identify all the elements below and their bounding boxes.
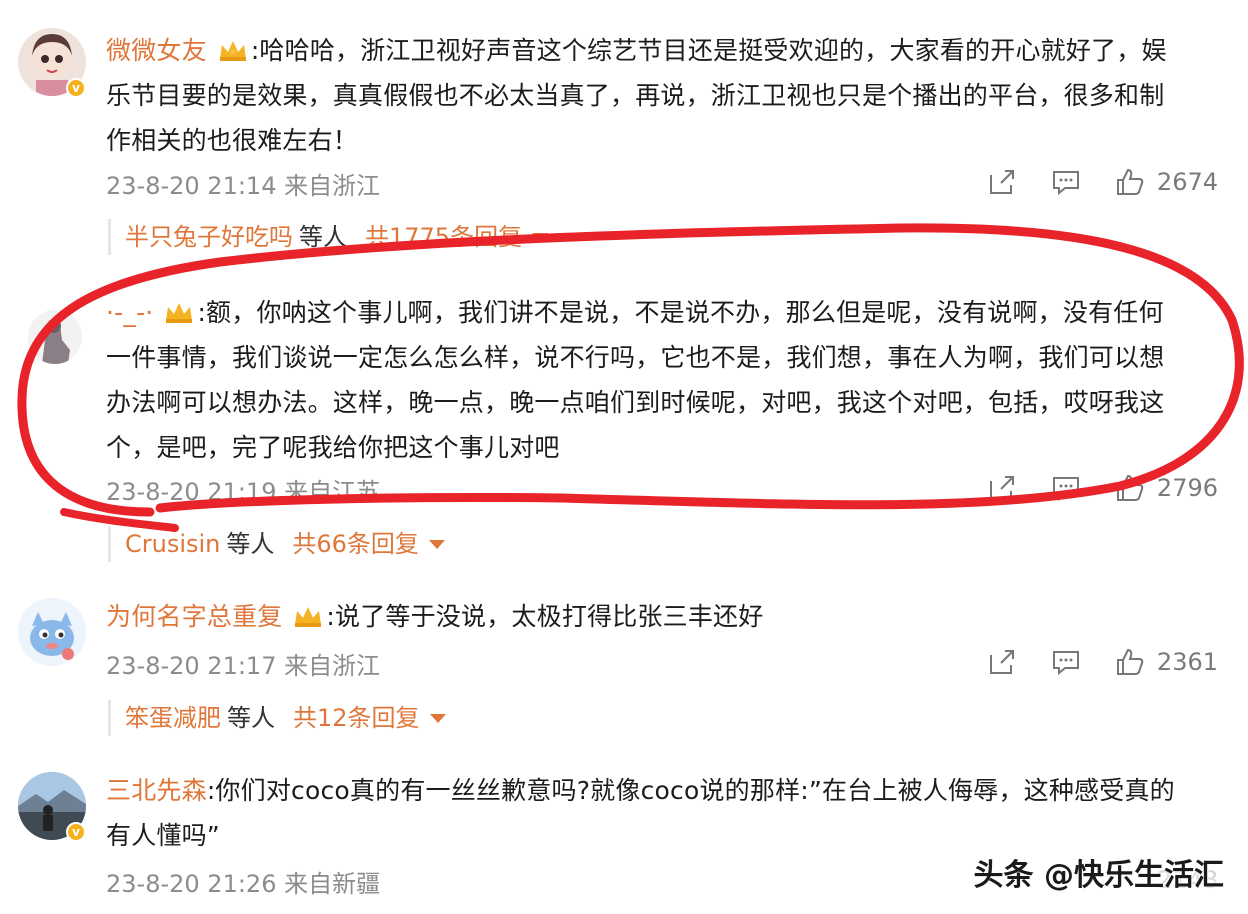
reply-others: 等人 <box>299 223 347 251</box>
reply-count[interactable]: 共12条回复 <box>293 704 420 732</box>
timestamp: 23-8-20 21:14 <box>106 172 277 200</box>
comment-text: 微微女友:哈哈哈，浙江卫视好声音这个综艺节目还是挺受欢迎的，大家看的开心就好了，… <box>106 36 1167 155</box>
comment-meta: 23-8-20 21:26 来自新疆 <box>106 864 380 899</box>
username[interactable]: 三北先森 <box>106 776 207 805</box>
reply-summary[interactable]: 笨蛋减肥 等人 共12条回复 <box>108 700 446 736</box>
like-count: 2796 <box>1156 474 1218 502</box>
comment-icon[interactable] <box>1051 167 1081 197</box>
comment-icon[interactable] <box>1051 473 1081 503</box>
username[interactable]: 为何名字总重复 <box>106 602 282 631</box>
crown-icon <box>295 607 322 627</box>
avatar-image <box>28 310 82 364</box>
reply-summary[interactable]: 半只兔子好吃吗 等人 共1775条回复 <box>108 219 549 255</box>
location: 来自浙江 <box>284 172 381 200</box>
location: 来自江苏 <box>284 478 381 506</box>
like-icon[interactable] <box>1115 167 1145 197</box>
timestamp: 23-8-20 21:17 <box>106 652 277 680</box>
share-icon[interactable] <box>987 473 1017 503</box>
timestamp: 23-8-20 21:26 <box>106 870 277 898</box>
like-icon[interactable] <box>1115 647 1145 677</box>
reply-summary[interactable]: Crusisin 等人 共66条回复 <box>108 526 445 562</box>
comment-text: 三北先森:你们对coco真的有一丝丝歉意吗?就像coco说的那样:”在台上被人侮… <box>106 776 1175 850</box>
comment-actions: 2674 <box>953 166 1218 198</box>
comment-text: 为何名字总重复:说了等于没说，太极打得比张三丰还好 <box>106 602 764 631</box>
chevron-down-icon[interactable] <box>429 714 446 723</box>
reply-user[interactable]: 半只兔子好吃吗 <box>125 223 293 251</box>
username[interactable]: ·-_-· <box>106 298 153 327</box>
verified-icon: v <box>66 822 86 842</box>
reply-count[interactable]: 共66条回复 <box>292 530 419 558</box>
reply-others: 等人 <box>227 704 275 732</box>
location: 来自浙江 <box>284 652 381 680</box>
reply-others: 等人 <box>226 530 275 558</box>
reply-count[interactable]: 共1775条回复 <box>365 223 522 251</box>
comment-meta: 23-8-20 21:14 来自浙江 <box>106 166 380 201</box>
chevron-down-icon[interactable] <box>532 233 549 242</box>
avatar[interactable] <box>18 598 86 666</box>
comment-actions: 2361 <box>953 646 1218 678</box>
like-count: 2361 <box>1156 648 1218 676</box>
avatar-image <box>18 598 86 666</box>
comment-icon[interactable] <box>1051 647 1081 677</box>
reply-user[interactable]: Crusisin <box>125 530 220 558</box>
verified-icon: v <box>66 78 86 98</box>
crown-icon <box>166 303 193 323</box>
comment-text: ·-_-·:额，你呐这个事儿啊，我们讲不是说，不是说不办，那么但是呢，没有说啊，… <box>106 298 1165 462</box>
watermark: 头条 @快乐生活汇 <box>973 858 1224 893</box>
reply-user[interactable]: 笨蛋减肥 <box>125 704 221 732</box>
location: 来自新疆 <box>284 870 381 898</box>
share-icon[interactable] <box>987 647 1017 677</box>
comment-meta: 23-8-20 21:19 来自江苏 <box>106 472 380 507</box>
share-icon[interactable] <box>987 167 1017 197</box>
timestamp: 23-8-20 21:19 <box>106 478 277 506</box>
chevron-down-icon[interactable] <box>428 540 445 549</box>
comment-actions: 2796 <box>953 472 1218 504</box>
like-count: 2674 <box>1156 168 1218 196</box>
crown-icon <box>219 41 246 61</box>
avatar[interactable] <box>28 310 82 364</box>
username[interactable]: 微微女友 <box>106 36 207 65</box>
like-icon[interactable] <box>1115 473 1145 503</box>
comment-meta: 23-8-20 21:17 来自浙江 <box>106 646 380 681</box>
